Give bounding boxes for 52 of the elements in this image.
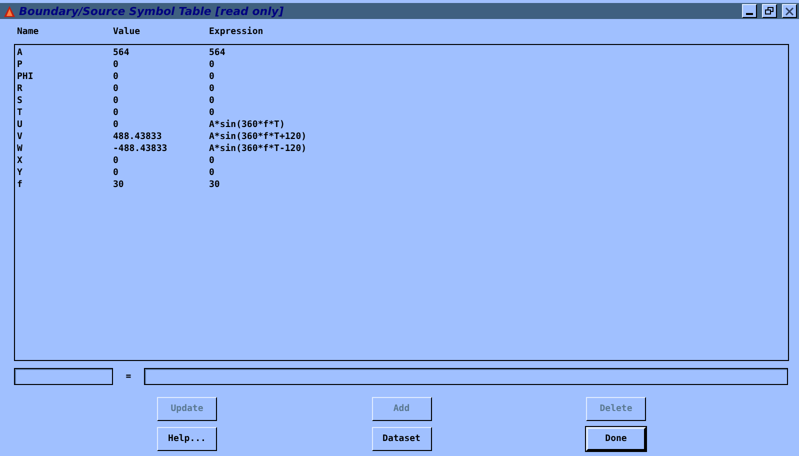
logo-icon	[4, 6, 15, 16]
minimize-button[interactable]	[742, 4, 757, 18]
table-cell-text: T	[17, 107, 24, 119]
table-cell-text: 0	[113, 59, 120, 71]
table-cell-text: 0	[113, 71, 120, 83]
table-cell-text: X	[17, 155, 24, 167]
table-cell-text: 30	[209, 179, 221, 191]
table-cell-text: PHI	[17, 71, 34, 83]
window-title: Boundary/Source Symbol Table [read only]	[19, 4, 285, 18]
table-cell-text: P	[17, 59, 24, 71]
restore-icon	[765, 7, 774, 15]
table-cell-text: f	[17, 179, 24, 191]
table-cell-text: Y	[17, 167, 24, 179]
column-header: Name	[17, 27, 40, 39]
close-button[interactable]	[782, 4, 797, 18]
table-cell-text: 488.43833	[113, 131, 163, 143]
dialog-button[interactable]: Help...	[157, 427, 217, 451]
close-icon	[785, 6, 794, 16]
table-cell-text: 0	[209, 59, 216, 71]
table-cell-text: S	[17, 95, 24, 107]
table-cell-text: A*sin(360*f*T)	[209, 119, 286, 131]
table-cell-text: V	[17, 131, 24, 143]
table-cell-text: 564	[113, 47, 130, 59]
table-cell-text: 564	[209, 47, 226, 59]
table-cell-text: A	[17, 47, 24, 59]
table-cell-text: A*sin(360*f*T+120)	[209, 131, 308, 143]
table-cell-text: 0	[209, 95, 216, 107]
name-field[interactable]	[14, 368, 113, 385]
table-cell-text: 0	[209, 71, 216, 83]
expression-field[interactable]	[144, 368, 788, 385]
table-cell-text: A*sin(360*f*T-120)	[209, 143, 308, 155]
equals-sign: =	[124, 372, 132, 382]
table-cell-text: 30	[113, 179, 125, 191]
table-cell-text: 0	[113, 155, 120, 167]
table-cell-text: R	[17, 83, 24, 95]
table-cell-text: 0	[209, 83, 216, 95]
table-cell-text: 0	[209, 155, 216, 167]
table-cell-text: U	[17, 119, 24, 131]
table-cell-text: 0	[113, 119, 120, 131]
table-cell-text: 0	[113, 95, 120, 107]
table-cell-text: W	[17, 143, 24, 155]
table-cell-text: 0	[113, 167, 120, 179]
dialog-button[interactable]: Dataset	[372, 427, 432, 451]
table-cell-text: 0	[113, 107, 120, 119]
table-cell-text: 0	[209, 167, 216, 179]
table-cell-text: 0	[209, 107, 216, 119]
table-cell-text: -488.43833	[113, 143, 168, 155]
column-header: Expression	[209, 27, 264, 39]
restore-button[interactable]	[762, 4, 777, 18]
column-header: Value	[113, 27, 142, 39]
table-cell-text: 0	[113, 83, 120, 95]
dialog-button[interactable]: Done	[586, 427, 646, 451]
